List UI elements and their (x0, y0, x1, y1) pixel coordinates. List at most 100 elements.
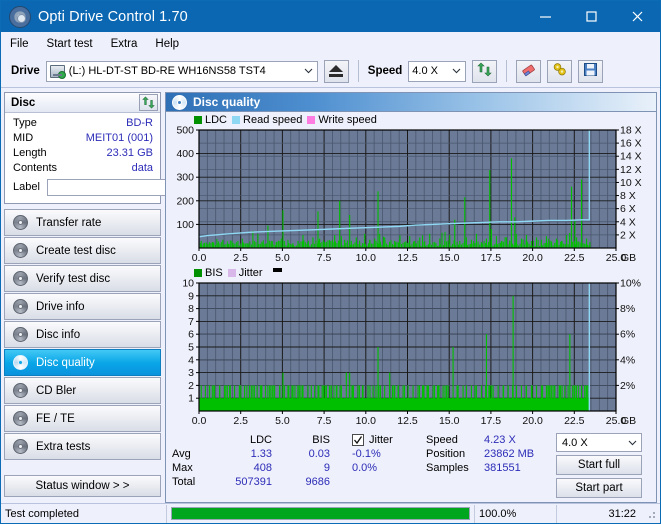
speed-select[interactable]: 4.0 X (408, 60, 467, 82)
menu-item-help[interactable]: Help (155, 38, 179, 50)
disc-row-length: Length 23.31 GB (5, 145, 160, 160)
sidebar-item-cd-bler[interactable]: CD Bler (4, 377, 161, 404)
svg-text:10.0: 10.0 (356, 415, 377, 427)
eject-button[interactable] (323, 59, 349, 83)
start-part-label: Start part (575, 482, 623, 494)
title-bar: Opti Drive Control 1.70 (1, 1, 660, 32)
legend-swatch-write-speed (307, 115, 316, 124)
window-title: Opti Drive Control 1.70 (38, 8, 188, 25)
status-text: Test completed (1, 504, 167, 523)
svg-text:7.5: 7.5 (317, 252, 332, 264)
position-stat-value: 23862 MB (484, 448, 535, 460)
disc-panel-title: Disc (11, 96, 36, 109)
legend-label-ldc: LDC (205, 113, 228, 126)
position-stat-label: Position (426, 448, 466, 460)
jitter-checkbox-row[interactable]: Jitter (352, 433, 426, 447)
app-disc-icon (9, 5, 31, 28)
sidebar-item-transfer-rate[interactable]: Transfer rate (4, 209, 161, 236)
sidebar-item-extra-tests[interactable]: Extra tests (4, 433, 161, 460)
progress-percent: 100.0% (474, 504, 556, 523)
ldc-plot: 100 200 300 400 500 2 X4 X6 X8 X 10 X 12 X 14 X1… (166, 126, 656, 266)
stats-header-bis: BIS (312, 434, 330, 446)
jitter-checkbox[interactable] (352, 434, 364, 446)
start-part-button[interactable]: Start part (556, 478, 642, 498)
action-buttons: 4.0 X Start full Start part (556, 433, 642, 498)
legend-swatch-ldc (194, 115, 202, 124)
disc-info-rows: Type BD-R MID MEIT01 (001) Length 23.31 … (5, 113, 246, 203)
svg-text:2%: 2% (620, 380, 635, 392)
start-full-button[interactable]: Start full (556, 455, 642, 475)
stats-col-ldc: LDC 1.33 408 507391 (210, 433, 272, 498)
erase-button[interactable] (516, 59, 542, 83)
svg-text:5: 5 (188, 342, 194, 354)
sidebar-item-disc-quality[interactable]: Disc quality (4, 349, 161, 376)
toolbar-divider-1 (357, 60, 359, 82)
sidebar-item-disc-info[interactable]: Disc info (4, 321, 161, 348)
sidebar-item-label: Transfer rate (36, 216, 102, 229)
close-icon[interactable] (614, 1, 660, 32)
menu-bar: File Start test Extra Help (1, 32, 660, 55)
save-button[interactable] (578, 59, 604, 83)
svg-text:7: 7 (188, 316, 194, 328)
drive-select-value: (L:) HL-DT-ST BD-RE WH16NS58 TST4 (68, 65, 266, 77)
sidebar: Disc Type BD-R MID MEIT01 (001) Length 2… (4, 92, 246, 503)
sidebar-item-drive-info[interactable]: Drive info (4, 293, 161, 320)
disc-refresh-button[interactable] (139, 94, 158, 111)
bis-plot-svg: 12345678910 2% 4% 6% 8% 10% 0.0 2.5 5.0 7.5 10.0 12… (182, 279, 641, 427)
sidebar-item-fe-te[interactable]: FE / TE (4, 405, 161, 432)
disc-row-value: data (131, 161, 153, 174)
menu-item-start-test[interactable]: Start test (47, 38, 93, 50)
svg-text:7.5: 7.5 (317, 415, 332, 427)
status-window-button[interactable]: Status window > > (4, 475, 161, 497)
disc-icon (13, 439, 28, 454)
svg-text:18 X: 18 X (620, 126, 642, 137)
menu-item-extra[interactable]: Extra (111, 38, 138, 50)
content-panel: Disc quality LDC Read speed Write speed … (165, 92, 657, 503)
legend-swatch-read-speed (232, 115, 241, 124)
svg-text:12 X: 12 X (620, 164, 642, 176)
stats-value-ldc-total: 507391 (235, 476, 272, 488)
svg-text:GB: GB (621, 415, 636, 427)
disc-row-label: Type (13, 116, 37, 129)
chevron-down-icon (300, 62, 317, 81)
refresh-button[interactable] (472, 59, 498, 83)
disc-icon (13, 383, 28, 398)
tools-button[interactable] (547, 59, 573, 83)
sidebar-item-verify-test-disc[interactable]: Verify test disc (4, 265, 161, 292)
start-full-label: Start full (577, 459, 621, 471)
stats-label-total: Total (172, 476, 196, 488)
svg-text:0.0: 0.0 (192, 415, 207, 427)
resize-grip-icon[interactable] (644, 506, 658, 521)
samples-stat-value: 381551 (484, 462, 521, 474)
legend-label-jitter: Jitter (238, 266, 263, 279)
svg-text:5.0: 5.0 (275, 252, 290, 264)
minimize-icon[interactable] (522, 1, 568, 32)
legend-item-read-speed: Read speed (232, 114, 302, 126)
disc-icon (13, 327, 28, 342)
disc-row-type: Type BD-R (5, 115, 160, 130)
svg-text:10: 10 (182, 279, 194, 290)
drive-select[interactable]: (L:) HL-DT-ST BD-RE WH16NS58 TST4 (45, 60, 318, 82)
menu-item-file[interactable]: File (10, 38, 29, 50)
svg-text:400: 400 (176, 148, 194, 160)
disc-row-value: BD-R (126, 116, 153, 129)
sidebar-item-create-test-disc[interactable]: Create test disc (4, 237, 161, 264)
disc-row-mid: MID MEIT01 (001) (5, 130, 160, 145)
sidebar-item-label: Create test disc (36, 244, 116, 257)
test-speed-select[interactable]: 4.0 X (556, 433, 642, 452)
stats-label-max: Max (172, 462, 193, 474)
disc-row-label: Contents (13, 161, 58, 174)
main-body: Disc Type BD-R MID MEIT01 (001) Length 2… (1, 88, 660, 503)
tools-icon (552, 62, 568, 80)
legend-item-jitter: Jitter (227, 266, 263, 279)
svg-text:8%: 8% (620, 303, 635, 315)
svg-text:6%: 6% (620, 329, 635, 341)
maximize-icon[interactable] (568, 1, 614, 32)
toolbar-divider-2 (506, 60, 508, 82)
svg-text:6 X: 6 X (620, 203, 636, 215)
content-body: LDC Read speed Write speed 100 200 300 400 5… (165, 111, 657, 503)
bis-chart-block: BIS Jitter 1 2 3 4 5 6 7 8 9 10 2% 4% 6% 8% 10% 0.0 2.5 5… (166, 266, 656, 429)
sidebar-item-label: Verify test disc (36, 272, 111, 285)
ldc-chart-legend: LDC Read speed Write speed (166, 113, 656, 126)
stats-value-ldc-max: 408 (253, 462, 272, 474)
